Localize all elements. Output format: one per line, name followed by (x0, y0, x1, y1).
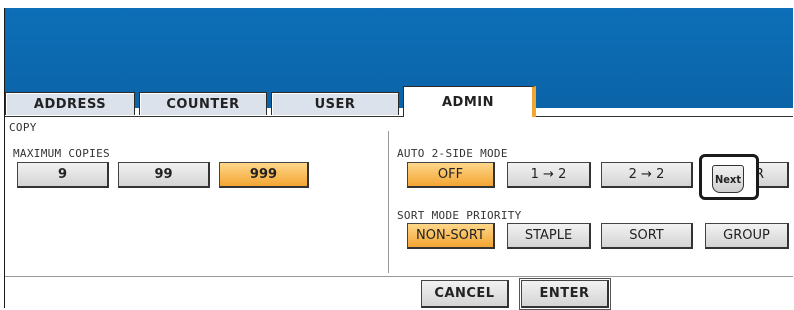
max-copies-99-button[interactable]: 99 (118, 162, 210, 188)
sort-non-sort-button[interactable]: NON-SORT (407, 223, 495, 249)
admin-panel: ADDRESS COUNTER USER ADMIN COPY MAXIMUM … (4, 8, 793, 310)
section-title: COPY (9, 121, 37, 134)
tab-bar: ADDRESS COUNTER USER ADMIN (5, 86, 793, 117)
auto-2side-label: AUTO 2-SIDE MODE (397, 147, 508, 160)
tab-address[interactable]: ADDRESS (5, 92, 135, 115)
cancel-button[interactable]: CANCEL (421, 280, 509, 308)
auto-2side-2to2-button[interactable]: 2 → 2 (601, 162, 693, 188)
column-divider (388, 131, 389, 273)
tab-counter[interactable]: COUNTER (139, 92, 267, 115)
auto-2side-off-button[interactable]: OFF (407, 162, 495, 188)
next-highlight: Next (699, 154, 759, 200)
max-copies-label: MAXIMUM COPIES (13, 147, 110, 160)
next-button[interactable]: Next (712, 165, 744, 193)
max-copies-999-button[interactable]: 999 (219, 162, 309, 188)
footer-divider (5, 276, 793, 277)
tab-user[interactable]: USER (271, 92, 399, 115)
copy-settings: COPY MAXIMUM COPIES 9 99 999 AUTO 2-SIDE… (5, 116, 793, 310)
sort-sort-button[interactable]: SORT (601, 223, 693, 249)
sort-group-button[interactable]: GROUP (705, 223, 789, 249)
max-copies-9-button[interactable]: 9 (17, 162, 109, 188)
tab-admin[interactable]: ADMIN (403, 86, 536, 117)
sort-staple-button[interactable]: STAPLE (507, 223, 591, 249)
auto-2side-1to2-button[interactable]: 1 → 2 (507, 162, 591, 188)
enter-button[interactable]: ENTER (519, 278, 611, 310)
sort-priority-label: SORT MODE PRIORITY (397, 209, 522, 222)
